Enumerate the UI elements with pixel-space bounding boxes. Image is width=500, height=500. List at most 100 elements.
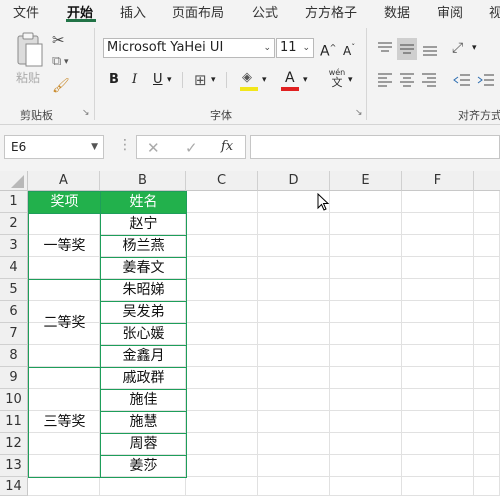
cell[interactable]	[474, 477, 500, 496]
cell[interactable]	[258, 389, 330, 411]
cell[interactable]	[258, 257, 330, 279]
column-header-e[interactable]: E	[330, 171, 402, 191]
cell[interactable]	[402, 323, 474, 345]
cell[interactable]	[474, 433, 500, 455]
cell[interactable]	[402, 433, 474, 455]
cell[interactable]	[330, 279, 402, 301]
cell[interactable]	[258, 345, 330, 367]
row-header-6[interactable]: 6	[0, 301, 28, 323]
cell[interactable]	[474, 367, 500, 389]
cell[interactable]	[186, 367, 258, 389]
cell[interactable]	[330, 477, 402, 496]
cell[interactable]	[330, 191, 402, 213]
cell[interactable]	[330, 235, 402, 257]
align-left-button[interactable]	[376, 70, 394, 90]
select-all-corner[interactable]	[0, 171, 28, 191]
cell[interactable]	[186, 389, 258, 411]
row-header-7[interactable]: 7	[0, 323, 28, 345]
cell[interactable]	[258, 455, 330, 477]
cell[interactable]	[186, 477, 258, 496]
column-header-c[interactable]: C	[186, 171, 258, 191]
cell[interactable]	[402, 279, 474, 301]
row-header-2[interactable]: 2	[0, 213, 28, 235]
cell[interactable]	[402, 477, 474, 496]
align-right-button[interactable]	[420, 70, 438, 90]
phonetic-button[interactable]: wén 文	[324, 68, 350, 96]
tab-view[interactable]: 视	[489, 2, 500, 21]
tab-fangfang[interactable]: 方方格子	[305, 2, 357, 21]
cell[interactable]	[402, 257, 474, 279]
tab-formulas[interactable]: 公式	[252, 2, 278, 21]
cell[interactable]	[186, 279, 258, 301]
tab-data[interactable]: 数据	[384, 2, 410, 21]
font-size-combo[interactable]: 11 ⌄	[276, 38, 314, 58]
cell[interactable]	[186, 433, 258, 455]
underline-dropdown-icon[interactable]: ▾	[167, 70, 172, 90]
column-header-a[interactable]: A	[28, 171, 100, 191]
cell[interactable]	[330, 213, 402, 235]
row-header-8[interactable]: 8	[0, 345, 28, 367]
cell[interactable]	[402, 345, 474, 367]
award-merged-cell[interactable]: 一等奖	[28, 213, 101, 280]
italic-button[interactable]: I	[132, 70, 137, 90]
name-cell[interactable]: 金鑫月	[100, 345, 187, 368]
align-middle-button[interactable]	[397, 38, 417, 60]
cell[interactable]	[474, 455, 500, 477]
cell[interactable]	[186, 235, 258, 257]
cell[interactable]	[186, 301, 258, 323]
format-painter-icon[interactable]: 🖌	[52, 76, 70, 96]
cell[interactable]	[186, 257, 258, 279]
clipboard-launcher-icon[interactable]: ↘	[82, 108, 90, 118]
font-launcher-icon[interactable]: ↘	[355, 108, 363, 118]
name-cell[interactable]: 张心媛	[100, 323, 187, 346]
borders-dropdown-icon[interactable]: ▾	[211, 70, 216, 90]
cell[interactable]	[330, 367, 402, 389]
row-header-1[interactable]: 1	[0, 191, 28, 213]
shrink-font-button[interactable]: Aˇ	[343, 38, 355, 61]
name-cell[interactable]: 姜春文	[100, 257, 187, 280]
name-box[interactable]: E6 ▼	[4, 135, 104, 159]
grow-font-button[interactable]: A^	[320, 38, 336, 62]
cell[interactable]	[330, 411, 402, 433]
cell[interactable]	[330, 345, 402, 367]
cut-icon[interactable]: ✂	[52, 30, 65, 50]
cell[interactable]	[330, 389, 402, 411]
cell[interactable]	[258, 477, 330, 496]
column-header-f[interactable]: F	[402, 171, 474, 191]
cell[interactable]	[474, 279, 500, 301]
cell[interactable]	[402, 455, 474, 477]
orientation-icon[interactable]: ⤢	[452, 38, 463, 58]
cell[interactable]	[402, 213, 474, 235]
row-header-12[interactable]: 12	[0, 433, 28, 455]
cell[interactable]	[330, 433, 402, 455]
align-bottom-button[interactable]	[421, 38, 439, 58]
cell[interactable]	[330, 301, 402, 323]
paste-button[interactable]	[14, 32, 44, 68]
cell[interactable]	[186, 323, 258, 345]
name-cell[interactable]: 施慧	[100, 411, 187, 434]
cell[interactable]	[258, 323, 330, 345]
copy-dropdown-icon[interactable]: ▾	[64, 52, 69, 72]
font-color-dropdown-icon[interactable]: ▾	[303, 70, 308, 90]
fill-color-button[interactable]: ◈	[239, 70, 261, 92]
cell[interactable]	[186, 455, 258, 477]
cell[interactable]	[186, 191, 258, 213]
fill-color-dropdown-icon[interactable]: ▾	[262, 70, 267, 90]
cell[interactable]	[474, 213, 500, 235]
row-header-13[interactable]: 13	[0, 455, 28, 477]
insert-function-button[interactable]: fx	[221, 139, 233, 154]
header-cell-name[interactable]: 姓名	[100, 191, 187, 214]
cell[interactable]	[258, 433, 330, 455]
increase-indent-button[interactable]	[476, 70, 496, 90]
award-merged-cell[interactable]: 二等奖	[28, 279, 101, 368]
row-header-3[interactable]: 3	[0, 235, 28, 257]
column-header-b[interactable]: B	[100, 171, 186, 191]
cell[interactable]	[402, 367, 474, 389]
tab-review[interactable]: 审阅	[437, 2, 463, 21]
cell[interactable]	[474, 389, 500, 411]
cell[interactable]	[100, 477, 186, 496]
cell[interactable]	[402, 389, 474, 411]
column-header-d[interactable]: D	[258, 171, 330, 191]
cell[interactable]	[258, 301, 330, 323]
cell[interactable]	[258, 213, 330, 235]
